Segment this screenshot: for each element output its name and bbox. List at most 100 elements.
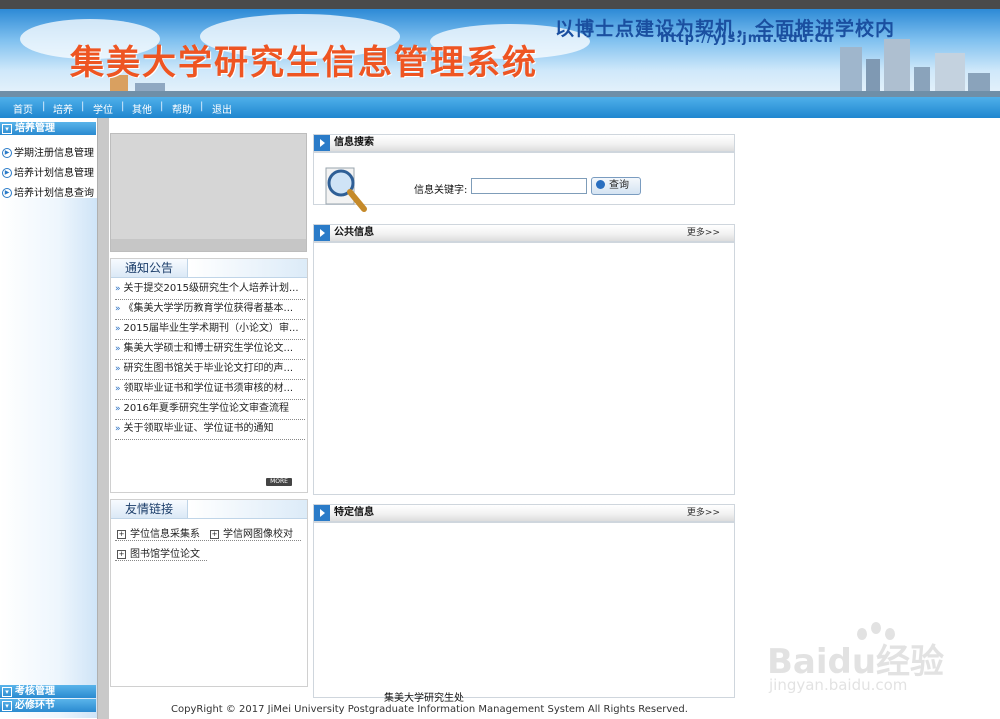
notice-item[interactable]: » 关于提交2015级研究生个人培养计划... [115, 280, 305, 300]
notice-item[interactable]: » 2015届毕业生学术期刊（小论文）审... [115, 320, 305, 340]
collapse-icon: ▾ [2, 124, 12, 134]
nav-separator: | [42, 101, 46, 112]
link-item-text: 学信网图像校对 [223, 529, 293, 540]
nav-other[interactable]: 其他 [132, 101, 152, 116]
left-sidebar: ▾ 培养管理 ▶ 学期注册信息管理 ▶ 培养计划信息管理 ▶ 培养计划信息查询 ▾ 考… [0, 118, 97, 719]
notice-item[interactable]: » 研究生图书馆关于毕业论文打印的声... [115, 360, 305, 380]
plus-box-icon: + [117, 549, 126, 559]
plus-box-icon: + [210, 529, 219, 539]
magnifier-document-icon [325, 167, 367, 212]
baidu-jingyan-watermark: Baidu经验 jingyan.baidu.com [765, 610, 955, 705]
search-icon [596, 179, 605, 189]
notice-item-text: 2016年夏季研究生学位论文审查流程 [123, 403, 289, 414]
notice-item[interactable]: » 集美大学硕士和博士研究生学位论文... [115, 340, 305, 360]
sidebar-section-required[interactable]: ▾ 必修环节 [0, 699, 96, 712]
footer-organization: 集美大学研究生处 [384, 693, 464, 704]
banner-title: 集美大学研究生信息管理系统 [70, 43, 538, 83]
nav-separator: | [200, 101, 204, 112]
play-arrow-icon [314, 225, 330, 241]
search-input[interactable] [471, 178, 587, 194]
image-caption-strip [111, 239, 306, 251]
double-arrow-icon: » [115, 344, 121, 354]
sidebar-background [0, 198, 97, 718]
notice-item-text: 2015届毕业生学术期刊（小论文）审... [123, 323, 299, 334]
specific-info-title: 特定信息 [334, 507, 374, 518]
double-arrow-icon: » [115, 324, 121, 334]
link-item[interactable]: + 学信网图像校对 [210, 525, 293, 540]
notice-item[interactable]: » 领取毕业证书和学位证书须审核的材... [115, 380, 305, 400]
public-info-panel [313, 242, 735, 495]
search-button-label: 查询 [609, 180, 629, 191]
link-item-text: 图书馆学位论文 [130, 549, 200, 560]
search-title: 信息搜索 [334, 137, 374, 148]
sidebar-item-label: 培养计划信息查询 [14, 188, 94, 199]
play-arrow-icon [314, 135, 330, 151]
sidebar-splitter[interactable] [97, 118, 109, 719]
arrow-circle-icon: ▶ [2, 188, 12, 198]
play-arrow-icon [314, 505, 330, 521]
notice-more-button[interactable]: MORE [266, 478, 292, 486]
sidebar-item-semester-registration[interactable]: ▶ 学期注册信息管理 [2, 144, 94, 159]
plus-box-icon: + [117, 529, 126, 539]
notice-title: 通知公告 [111, 259, 189, 277]
search-button[interactable]: 查询 [591, 177, 641, 195]
banner-url: http://yjs.jmu.edu.cn [660, 31, 834, 46]
banner-building [840, 47, 862, 97]
links-header: 友情链接 [111, 500, 307, 519]
notice-item-text: 领取毕业证书和学位证书须审核的材... [123, 383, 294, 394]
nav-home[interactable]: 首页 [13, 101, 33, 116]
public-info-title: 公共信息 [334, 227, 374, 238]
arrow-circle-icon: ▶ [2, 168, 12, 178]
links-title: 友情链接 [111, 500, 189, 518]
search-header: 信息搜索 [313, 134, 735, 152]
notice-item-text: 集美大学硕士和博士研究生学位论文... [123, 343, 294, 354]
specific-info-header: 特定信息 更多>> [313, 504, 735, 522]
watermark-url: jingyan.baidu.com [769, 676, 908, 694]
nav-separator: | [81, 101, 85, 112]
sidebar-item-plan-management[interactable]: ▶ 培养计划信息管理 [2, 164, 94, 179]
nav-logout[interactable]: 退出 [212, 101, 232, 116]
notice-item[interactable]: » 《集美大学学历教育学位获得者基本... [115, 300, 305, 320]
link-item[interactable]: + 图书馆学位论文 [117, 545, 200, 560]
link-item[interactable]: + 学位信息采集系 [117, 525, 200, 540]
main-nav: 首页 | 培养 | 学位 | 其他 | 帮助 | 退出 [0, 97, 1000, 118]
sidebar-section-label: 必修环节 [15, 700, 55, 711]
paw-icon [871, 622, 881, 634]
notice-item[interactable]: » 关于领取毕业证、学位证书的通知 [115, 420, 305, 440]
notice-item[interactable]: » 2016年夏季研究生学位论文审查流程 [115, 400, 305, 420]
divider [115, 560, 207, 561]
nav-degree[interactable]: 学位 [93, 101, 113, 116]
nav-help[interactable]: 帮助 [172, 101, 192, 116]
links-panel: 友情链接 + 学位信息采集系 + 学信网图像校对 + 图书馆学位论文 [110, 499, 308, 687]
notice-item-text: 关于领取毕业证、学位证书的通知 [123, 423, 274, 434]
notice-item-text: 《集美大学学历教育学位获得者基本... [123, 303, 294, 314]
specific-info-more-link[interactable]: 更多>> [687, 506, 720, 520]
sidebar-item-label: 培养计划信息管理 [14, 168, 94, 179]
sidebar-item-plan-query[interactable]: ▶ 培养计划信息查询 [2, 184, 94, 199]
site-banner: 以博士点建设为契机，全面推进学校内 http://yjs.jmu.edu.cn … [0, 9, 1000, 97]
window-top-strip [0, 0, 1000, 9]
nav-separator: | [160, 101, 164, 112]
sidebar-section-label: 培养管理 [15, 123, 55, 134]
arrow-circle-icon: ▶ [2, 148, 12, 158]
nav-training[interactable]: 培养 [53, 101, 73, 116]
link-item-text: 学位信息采集系 [130, 529, 200, 540]
banner-building [884, 39, 910, 97]
nav-separator: | [121, 101, 125, 112]
search-label: 信息关键字: [414, 185, 468, 196]
sidebar-section-assessment[interactable]: ▾ 考核管理 [0, 685, 96, 698]
sidebar-section-training[interactable]: ▾ 培养管理 [0, 122, 96, 135]
notice-item-text: 研究生图书馆关于毕业论文打印的声... [123, 363, 294, 374]
double-arrow-icon: » [115, 424, 121, 434]
double-arrow-icon: » [115, 304, 121, 314]
notice-panel: 通知公告 » 关于提交2015级研究生个人培养计划... » 《集美大学学历教育学位… [110, 258, 308, 493]
sidebar-section-label: 考核管理 [15, 686, 55, 697]
specific-info-panel [313, 522, 735, 698]
double-arrow-icon: » [115, 384, 121, 394]
sidebar-item-label: 学期注册信息管理 [14, 148, 94, 159]
double-arrow-icon: » [115, 284, 121, 294]
divider [115, 540, 301, 541]
image-placeholder [110, 133, 307, 252]
public-info-more-link[interactable]: 更多>> [687, 226, 720, 240]
public-info-header: 公共信息 更多>> [313, 224, 735, 242]
